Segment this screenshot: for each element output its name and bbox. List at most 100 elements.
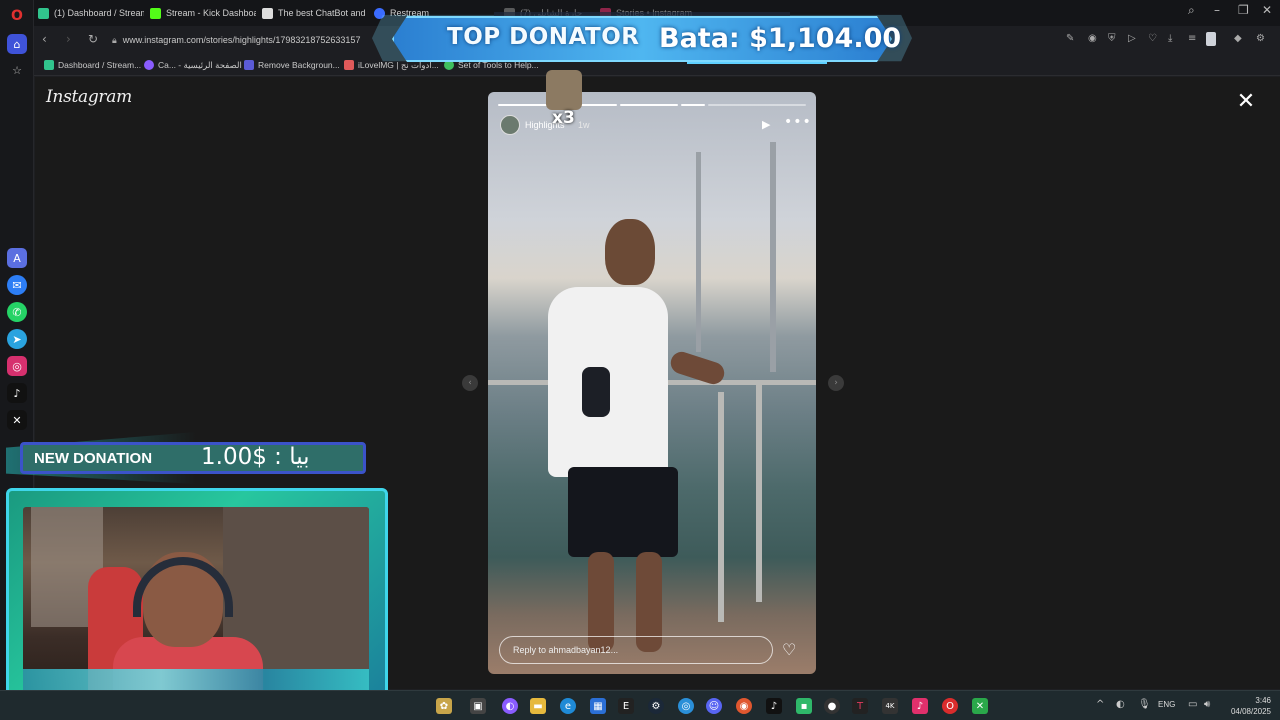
x-icon[interactable]: ✕ — [7, 410, 27, 430]
xbox-icon[interactable]: ✕ — [972, 698, 988, 714]
volume-icon[interactable]: 🔊︎ — [1204, 699, 1210, 710]
tab-label: The best ChatBot and Wi — [278, 8, 368, 18]
url-text: www.instagram.com/stories/highlights/179… — [122, 35, 361, 45]
heart-icon — [344, 60, 354, 70]
4k-icon[interactable]: 4K — [882, 698, 898, 714]
aria-icon[interactable]: A — [7, 248, 27, 268]
home-icon[interactable]: ⌂ — [7, 34, 27, 54]
windows-taskbar: ✿ ▣ ◐ ▬ e ▦ E ⚙ ◎ ☺ ◉ ♪ ▪ ● T 4K ♪ O ✕ ^… — [0, 690, 1280, 720]
chatbot-icon — [262, 7, 273, 19]
bookmark-canva[interactable]: Ca... - الصفحة الرئيسية — [144, 58, 242, 72]
new-donation-label: NEW DONATION — [34, 450, 153, 467]
story-card[interactable]: Highlights 1w ▶ ••• Reply to ahmadbayan1… — [488, 92, 816, 674]
story-avatar[interactable] — [500, 115, 520, 135]
clock-time: 3:46 — [1255, 696, 1271, 705]
steam-icon[interactable]: ⚙ — [648, 698, 664, 714]
canva-icon — [144, 60, 154, 70]
person-head — [605, 219, 655, 285]
messenger-icon[interactable]: ✉ — [7, 275, 27, 295]
kick-icon — [150, 7, 161, 19]
headset-icon — [133, 557, 233, 617]
clock[interactable]: 3:46 04/08/2025 — [1225, 695, 1271, 717]
camera-icon[interactable]: ◉ — [1088, 33, 1097, 44]
obs-icon[interactable]: ● — [824, 698, 840, 714]
sticker-image — [546, 70, 582, 110]
language-indicator[interactable]: ENG — [1158, 700, 1175, 709]
overlay-decoration — [687, 62, 827, 68]
discord-icon[interactable]: ☺ — [706, 698, 722, 714]
whatsapp-icon[interactable]: ✆ — [7, 302, 27, 322]
minimize-icon[interactable]: – — [1214, 3, 1220, 17]
clock-date: 04/08/2025 — [1230, 707, 1271, 716]
tray-app-icon[interactable]: ◐ — [1116, 699, 1125, 710]
edge-icon[interactable]: e — [560, 698, 576, 714]
person-bag — [582, 367, 610, 417]
bookmark-label: Remove Backgroun... — [258, 60, 340, 70]
tab-streamlabs[interactable]: (1) Dashboard / Streamlab — [38, 4, 144, 22]
top-donator-name: Bata: $1,104.00 — [659, 23, 902, 54]
opera-logo-icon[interactable]: O — [7, 6, 27, 26]
reply-input[interactable]: Reply to ahmadbayan12... — [499, 636, 773, 664]
boat-rail-post — [756, 382, 762, 602]
close-story-button[interactable]: ✕ — [1235, 91, 1257, 113]
file-explorer-icon[interactable]: ▬ — [530, 698, 546, 714]
edit-icon[interactable]: ✎ — [1066, 33, 1074, 44]
maximize-icon[interactable]: ❐ — [1238, 3, 1249, 17]
heart-icon[interactable]: ♡ — [1148, 33, 1157, 44]
instagram-logo[interactable]: Instagram — [46, 87, 132, 107]
top-donator-overlay: TOP DONATOR Bata: $1,104.00 — [372, 12, 912, 70]
menu-icon[interactable]: ≡ — [1188, 33, 1196, 44]
story-progress-segment — [708, 104, 806, 106]
app-icon[interactable]: ◎ — [678, 698, 694, 714]
like-heart-icon[interactable]: ♡ — [782, 640, 796, 659]
tab-label: (1) Dashboard / Streamlab — [54, 8, 144, 18]
app-icon[interactable]: T — [852, 698, 868, 714]
multiplier-text: x3 — [552, 108, 575, 128]
reload-icon[interactable]: ↻ — [88, 32, 98, 46]
prev-story-arrow-icon[interactable]: ‹ — [462, 375, 478, 391]
settings-icon[interactable]: ⚙ — [1256, 33, 1265, 44]
task-view-icon[interactable]: ▣ — [470, 698, 486, 714]
app-icon[interactable]: ▪ — [796, 698, 812, 714]
play-icon[interactable]: ▶ — [762, 118, 770, 131]
tab-label: Stream - Kick Dashboard — [166, 8, 256, 18]
epic-games-icon[interactable]: E — [618, 698, 634, 714]
widgets-icon[interactable]: ✿ — [436, 698, 452, 714]
chrome-icon[interactable]: ◉ — [736, 698, 752, 714]
play-icon[interactable]: ▷ — [1128, 33, 1136, 44]
opera-icon[interactable]: O — [942, 698, 958, 714]
close-window-icon[interactable]: ✕ — [1262, 3, 1272, 17]
vpn-icon[interactable]: ◆ — [1234, 33, 1242, 44]
tab-kick[interactable]: Stream - Kick Dashboard — [150, 4, 256, 22]
top-donator-label: TOP DONATOR — [447, 24, 640, 50]
tiktok-icon[interactable]: ♪ — [766, 698, 782, 714]
boat-rail-post — [718, 392, 724, 622]
more-options-icon[interactable]: ••• — [784, 114, 812, 130]
new-donation-amount: 1.00$ : بيا — [201, 444, 310, 470]
webcam-overlay — [6, 488, 388, 714]
store-icon[interactable]: ▦ — [590, 698, 606, 714]
streamlabs-icon — [44, 60, 54, 70]
bookmark-remove-bg[interactable]: Remove Backgroun... — [244, 58, 340, 72]
microphone-icon[interactable]: 🎙︎ — [1138, 699, 1151, 710]
webcam-feed — [23, 507, 369, 693]
back-icon[interactable]: ‹ — [42, 32, 47, 46]
telegram-icon[interactable]: ➤ — [7, 329, 27, 349]
copilot-icon[interactable]: ◐ — [502, 698, 518, 714]
extension-icon[interactable] — [1206, 32, 1216, 46]
search-tabs-icon[interactable]: ⌕ — [1188, 3, 1195, 18]
instagram-icon[interactable]: ◎ — [7, 356, 27, 376]
chevron-up-icon[interactable]: ^ — [1096, 699, 1104, 710]
tiktok-icon[interactable]: ♪ — [7, 383, 27, 403]
tab-chatbot[interactable]: The best ChatBot and Wi — [262, 4, 368, 22]
download-icon[interactable]: ⤓ — [1168, 33, 1172, 44]
network-icon[interactable]: ▭ — [1188, 699, 1197, 710]
tiktok-live-icon[interactable]: ♪ — [912, 698, 928, 714]
story-progress-segment — [681, 104, 705, 106]
forward-icon[interactable]: › — [66, 32, 71, 46]
shield-icon[interactable]: ⛨ — [1108, 33, 1116, 44]
next-story-arrow-icon[interactable]: › — [828, 375, 844, 391]
star-icon[interactable]: ☆ — [7, 60, 27, 80]
url-field[interactable]: 🔒︎ www.instagram.com/stories/highlights/… — [112, 31, 412, 49]
bookmark-streamlabs[interactable]: Dashboard / Stream... — [44, 58, 141, 72]
